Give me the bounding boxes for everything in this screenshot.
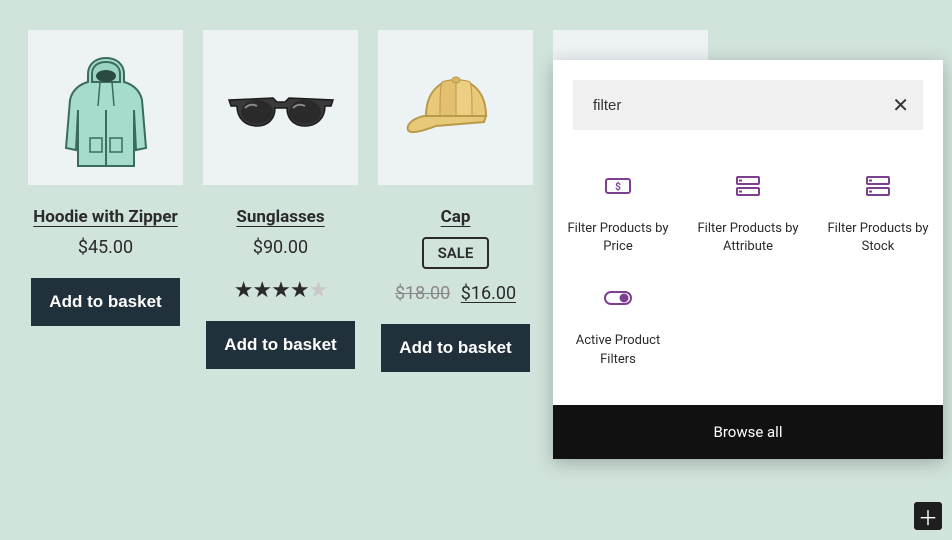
browse-all-button[interactable]: Browse all (553, 405, 943, 459)
close-icon[interactable]: ✕ (892, 93, 909, 117)
list-rows-icon (693, 166, 803, 206)
sale-badge: SALE (422, 237, 490, 269)
add-to-basket-button[interactable]: Add to basket (381, 324, 529, 372)
block-placeholder (553, 30, 708, 60)
block-label: Filter Products by Attribute (693, 220, 803, 256)
toggle-icon (563, 278, 673, 318)
inserter-results: $ Filter Products by Price Filter Produc… (553, 150, 943, 405)
add-to-basket-button[interactable]: Add to basket (206, 321, 354, 369)
product-title-link[interactable]: Sunglasses (203, 207, 358, 227)
block-label: Filter Products by Price (563, 220, 673, 256)
add-to-basket-button[interactable]: Add to basket (31, 278, 179, 326)
block-label: Filter Products by Stock (823, 220, 933, 256)
product-title-link[interactable]: Cap (378, 207, 533, 227)
search-input[interactable] (591, 96, 892, 115)
inserter-search: ✕ (573, 80, 923, 130)
block-active-filters[interactable]: Active Product Filters (553, 272, 683, 374)
product-image (28, 30, 183, 185)
new-price: $16.00 (461, 283, 516, 304)
block-filter-by-stock[interactable]: Filter Products by Stock (813, 160, 943, 262)
block-inserter-panel: ✕ $ Filter Products by Price Filter Prod… (553, 60, 943, 459)
product-image (378, 30, 533, 185)
product-image (203, 30, 358, 185)
price-tag-icon: $ (563, 166, 673, 206)
block-filter-by-attribute[interactable]: Filter Products by Attribute (683, 160, 813, 262)
product-title-link[interactable]: Hoodie with Zipper (28, 207, 183, 227)
product-card: Cap SALE $18.00 $16.00 Add to basket (378, 30, 533, 372)
old-price: $18.00 (395, 283, 450, 304)
add-block-button[interactable]: ＋ (914, 502, 942, 530)
svg-text:$: $ (615, 180, 621, 193)
product-card: Sunglasses $90.00 ★★★★★ Add to basket (203, 30, 358, 372)
product-price: $90.00 (203, 237, 358, 258)
block-label: Active Product Filters (563, 332, 673, 368)
product-price: $45.00 (28, 237, 183, 258)
product-rating: ★★★★★ (203, 278, 358, 303)
product-card: Hoodie with Zipper $45.00 Add to basket (28, 30, 183, 372)
product-price: $18.00 $16.00 (378, 283, 533, 304)
plus-icon: ＋ (918, 502, 938, 531)
list-rows-icon (823, 166, 933, 206)
block-filter-by-price[interactable]: $ Filter Products by Price (553, 160, 683, 262)
